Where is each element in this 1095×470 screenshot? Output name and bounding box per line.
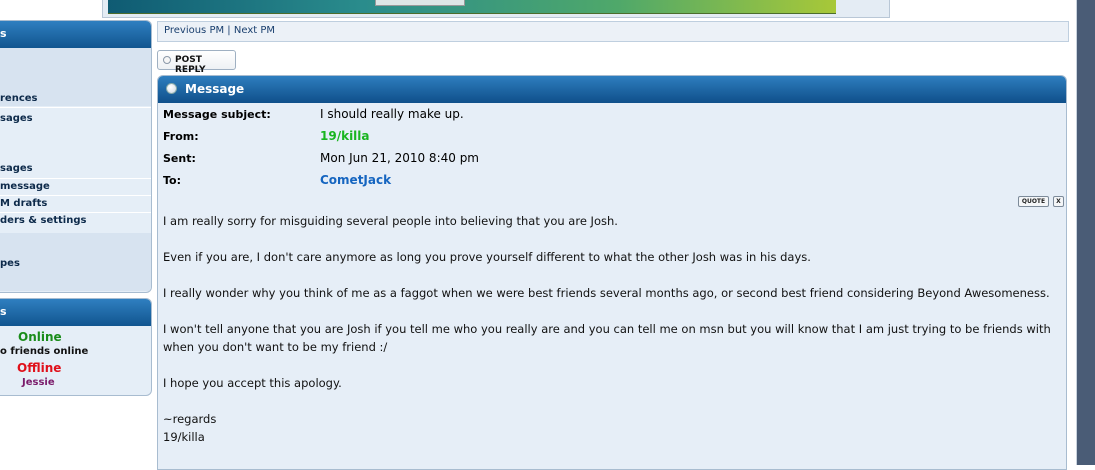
- message-subject: I should really make up.: [320, 107, 464, 121]
- sidebar-item-sent-messages[interactable]: sages: [0, 163, 33, 174]
- sent-date: Mon Jun 21, 2010 8:40 pm: [320, 151, 479, 165]
- next-pm-link[interactable]: Next PM: [234, 25, 275, 36]
- nav-separator: |: [227, 25, 231, 36]
- sidebar-item-groups[interactable]: pes: [0, 258, 20, 269]
- previous-pm-link[interactable]: Previous PM: [164, 25, 224, 36]
- sidebar-band: [0, 233, 151, 291]
- banner-graphic: [108, 0, 836, 14]
- divider: [0, 107, 151, 108]
- pm-sidebar-header: s: [0, 21, 151, 48]
- browser-scrollbar[interactable]: [1077, 0, 1095, 465]
- message-panel: Message Message subject: I should really…: [157, 75, 1067, 470]
- signature-line: ~regards: [163, 412, 217, 426]
- pm-sidebar-panel: s rences sages sages message M drafts de…: [0, 20, 152, 293]
- quote-button[interactable]: QUOTE: [1018, 196, 1049, 207]
- message-body: I am really sorry for misguiding several…: [163, 212, 1063, 446]
- message-paragraph: I really wonder why you think of me as a…: [163, 286, 1050, 300]
- friends-sidebar-panel: s Online o friends online Offline Jessie: [0, 298, 152, 396]
- friend-link-jessie[interactable]: Jessie: [22, 377, 55, 388]
- banner-image: [375, 0, 465, 6]
- message-panel-header: Message: [158, 76, 1066, 103]
- friends-sidebar-header: s: [0, 299, 151, 326]
- online-label: Online: [18, 330, 62, 344]
- offline-label: Offline: [17, 361, 62, 375]
- sent-label: Sent:: [163, 152, 196, 165]
- post-reply-label: POST REPLY: [175, 55, 206, 75]
- sidebar-item-messages[interactable]: sages: [0, 113, 33, 124]
- divider: [0, 178, 151, 179]
- sidebar-item-preferences[interactable]: rences: [0, 93, 38, 104]
- sidebar-item-folders-settings[interactable]: ders & settings: [0, 215, 86, 226]
- recipient-link[interactable]: CometJack: [320, 173, 391, 187]
- divider: [0, 195, 151, 196]
- message-paragraph: Even if you are, I don't care anymore as…: [163, 250, 811, 264]
- message-paragraph: I am really sorry for misguiding several…: [163, 214, 618, 228]
- sidebar-item-pm-drafts[interactable]: M drafts: [0, 198, 47, 209]
- delete-button[interactable]: X: [1053, 196, 1064, 207]
- header-banner: [102, 0, 890, 18]
- divider: [0, 212, 151, 213]
- to-label: To:: [163, 174, 181, 187]
- message-paragraph: I hope you accept this apology.: [163, 376, 342, 390]
- message-panel-title: Message: [185, 82, 245, 96]
- sender-link[interactable]: 19/killa: [320, 129, 370, 143]
- bullet-icon: [166, 83, 177, 94]
- sidebar-item-compose-message[interactable]: message: [0, 181, 50, 192]
- from-label: From:: [163, 130, 199, 143]
- signature-line: 19/killa: [163, 430, 205, 444]
- subject-label: Message subject:: [163, 108, 271, 121]
- pm-navigation-bar: Previous PM | Next PM: [157, 21, 1069, 42]
- reply-bullet-icon: [163, 56, 171, 64]
- no-friends-online-text: o friends online: [0, 346, 89, 357]
- post-reply-button[interactable]: POST REPLY: [157, 50, 236, 75]
- message-paragraph: I won't tell anyone that you are Josh if…: [163, 322, 1051, 354]
